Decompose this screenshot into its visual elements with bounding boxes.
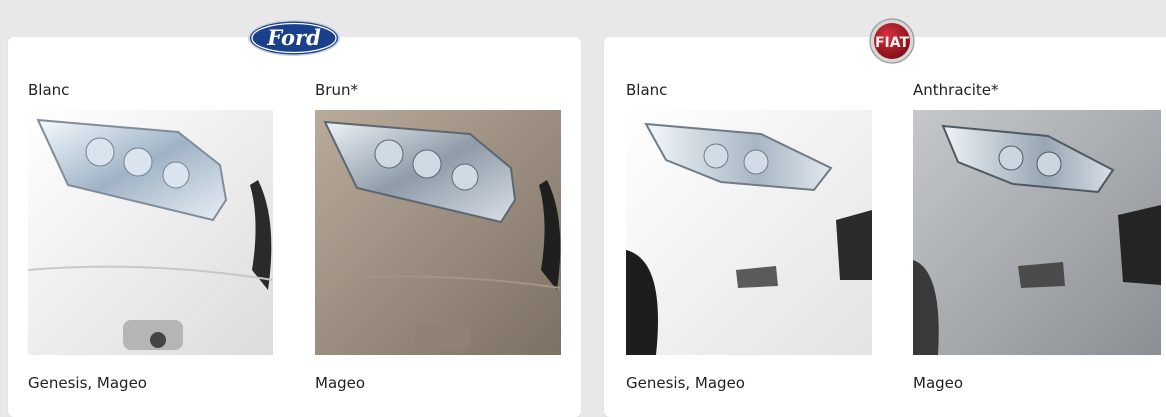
color-name: Blanc — [28, 81, 70, 99]
fiat-logo-icon: FIAT — [869, 18, 915, 64]
color-name: Blanc — [626, 81, 668, 99]
ford-logo: Ford — [246, 18, 342, 58]
ford-card: Ford Blanc Genesis, Mageo Brun* Mageo — [8, 20, 581, 417]
color-name: Anthracite* — [913, 81, 999, 99]
fiat-card: FIAT Blanc Genesis, Mageo Anthracite* Ma… — [604, 18, 1166, 417]
headlight-photo-fiat-anthracite — [913, 110, 1161, 355]
svg-text:Ford: Ford — [266, 25, 321, 50]
headlight-photo-ford-brun — [315, 110, 561, 355]
compatible-models: Genesis, Mageo — [28, 374, 147, 392]
compatible-models: Genesis, Mageo — [626, 374, 745, 392]
svg-text:FIAT: FIAT — [875, 35, 910, 51]
ford-logo-icon: Ford — [248, 20, 340, 56]
compatible-models: Mageo — [913, 374, 964, 392]
headlight-photo-ford-blanc — [28, 110, 273, 355]
headlight-photo-fiat-blanc — [626, 110, 872, 355]
fiat-logo: FIAT — [858, 18, 926, 64]
color-name: Brun* — [315, 81, 358, 99]
compatible-models: Mageo — [315, 374, 366, 392]
